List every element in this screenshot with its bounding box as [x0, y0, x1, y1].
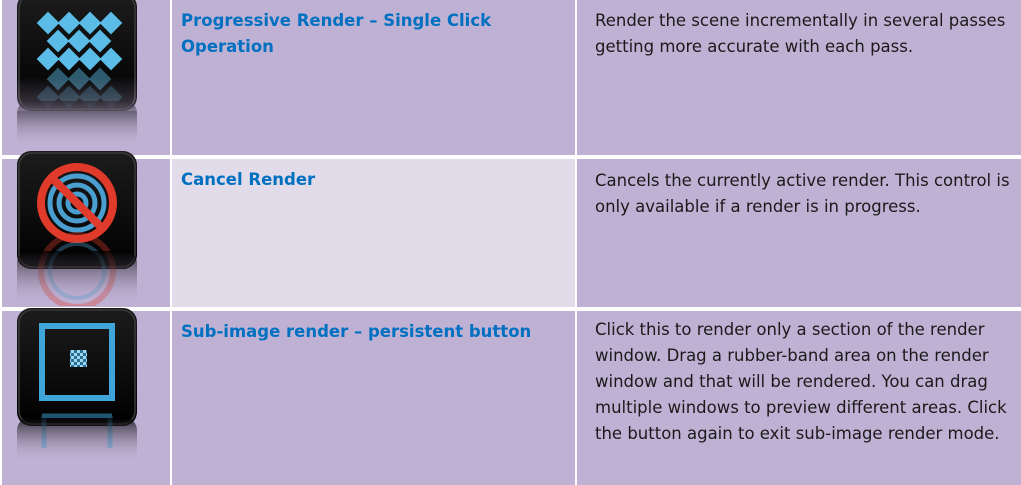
control-name-cell: Cancel Render — [172, 159, 575, 307]
icon-cell — [0, 308, 170, 485]
render-controls-table: Progressive Render – Single Click Operat… — [0, 0, 1021, 485]
description-cell: Render the scene incrementally in severa… — [577, 0, 1021, 155]
progressive-render-icon — [17, 0, 137, 148]
control-name: Cancel Render — [181, 170, 316, 189]
control-description: Render the scene incrementally in severa… — [595, 11, 1006, 56]
control-name: Progressive Render – Single Click Operat… — [181, 11, 492, 56]
icon-cell — [0, 151, 170, 310]
control-description: Click this to render only a section of t… — [595, 320, 1007, 443]
control-name-cell: Progressive Render – Single Click Operat… — [172, 0, 575, 155]
description-cell: Click this to render only a section of t… — [577, 311, 1021, 485]
cancel-render-icon — [17, 151, 137, 310]
description-cell: Cancels the currently active render. Thi… — [577, 159, 1021, 307]
table-row: Sub-image render – persistent button Cli… — [0, 308, 1021, 485]
table-row: Progressive Render – Single Click Operat… — [0, 0, 1021, 155]
control-description: Cancels the currently active render. Thi… — [595, 171, 1010, 216]
table-row: Cancel Render Cancels the currently acti… — [0, 151, 1021, 310]
table-left-border — [0, 0, 2, 485]
icon-cell — [0, 0, 170, 155]
sub-image-render-icon — [17, 308, 137, 463]
control-name: Sub-image render – persistent button — [181, 322, 532, 341]
control-name-cell: Sub-image render – persistent button — [172, 311, 575, 485]
